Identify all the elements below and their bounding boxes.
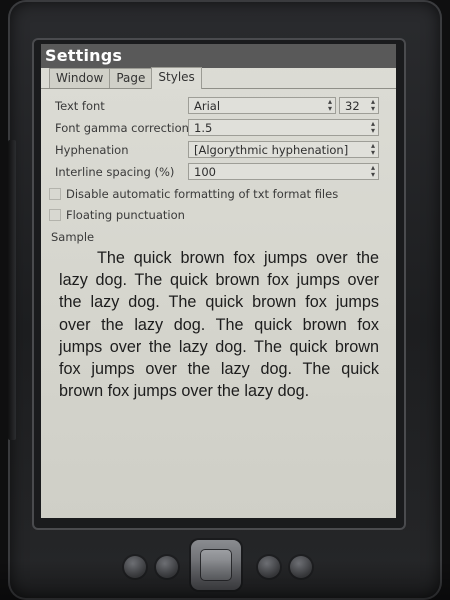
spin-down-icon: ▾ xyxy=(370,170,375,179)
interline-spin: ▴ ▾ xyxy=(370,164,376,179)
bottom-shadow xyxy=(0,560,450,600)
spin-down-icon: ▾ xyxy=(370,148,375,157)
floating-punctuation-label: Floating punctuation xyxy=(66,208,185,222)
gamma-spin: ▴ ▾ xyxy=(370,120,376,135)
tab-styles[interactable]: Styles xyxy=(151,67,202,89)
gamma-label: Font gamma correction xyxy=(55,121,189,135)
gamma-value: 1.5 xyxy=(194,121,213,135)
hyphenation-select[interactable]: [Algorythmic hyphenation] ▴ ▾ xyxy=(188,141,379,158)
hyphenation-spin: ▴ ▾ xyxy=(370,142,376,157)
settings-screen: Settings Window Page Styles Text font Ar… xyxy=(41,44,396,518)
hyphenation-value: [Algorythmic hyphenation] xyxy=(194,143,349,157)
interline-value: 100 xyxy=(194,165,216,179)
setting-row-interline: Interline spacing (%) 100 ▴ ▾ xyxy=(41,162,396,184)
floating-punctuation-checkbox[interactable] xyxy=(49,209,61,221)
tab-window[interactable]: Window xyxy=(49,68,111,88)
spin-down-icon: ▾ xyxy=(370,126,375,135)
font-size-spin: ▴ ▾ xyxy=(370,98,376,113)
spin-down-icon: ▾ xyxy=(370,104,375,113)
checkbox-row-floating-punctuation[interactable]: Floating punctuation xyxy=(41,205,396,226)
side-rail xyxy=(8,140,16,440)
gamma-spinbox[interactable]: 1.5 ▴ ▾ xyxy=(188,119,379,136)
interline-spinbox[interactable]: 100 ▴ ▾ xyxy=(188,163,379,180)
hyphenation-label: Hyphenation xyxy=(55,143,129,157)
tab-bar: Window Page Styles xyxy=(41,67,396,89)
interline-label: Interline spacing (%) xyxy=(55,165,175,179)
text-font-select[interactable]: Arial ▴ ▾ xyxy=(188,97,336,114)
settings-form: Text font Arial ▴ ▾ 32 ▴ ▾ Font gamma co… xyxy=(41,96,396,226)
tab-page[interactable]: Page xyxy=(109,68,153,88)
disable-formatting-label: Disable automatic formatting of txt form… xyxy=(66,187,339,201)
setting-row-gamma: Font gamma correction 1.5 ▴ ▾ xyxy=(41,118,396,140)
text-font-value: Arial xyxy=(194,99,221,113)
window-title: Settings xyxy=(41,44,396,68)
disable-formatting-checkbox[interactable] xyxy=(49,188,61,200)
checkbox-row-disable-formatting[interactable]: Disable automatic formatting of txt form… xyxy=(41,184,396,205)
setting-row-text-font: Text font Arial ▴ ▾ 32 ▴ ▾ xyxy=(41,96,396,118)
sample-label: Sample xyxy=(51,230,95,244)
spin-down-icon: ▾ xyxy=(327,104,332,113)
sample-preview-text: The quick brown fox jumps over the lazy … xyxy=(59,249,379,401)
text-font-spin: ▴ ▾ xyxy=(327,98,333,113)
font-size-spinbox[interactable]: 32 ▴ ▾ xyxy=(339,97,379,114)
setting-row-hyphenation: Hyphenation [Algorythmic hyphenation] ▴ … xyxy=(41,140,396,162)
font-size-value: 32 xyxy=(345,99,360,113)
text-font-label: Text font xyxy=(55,99,105,113)
